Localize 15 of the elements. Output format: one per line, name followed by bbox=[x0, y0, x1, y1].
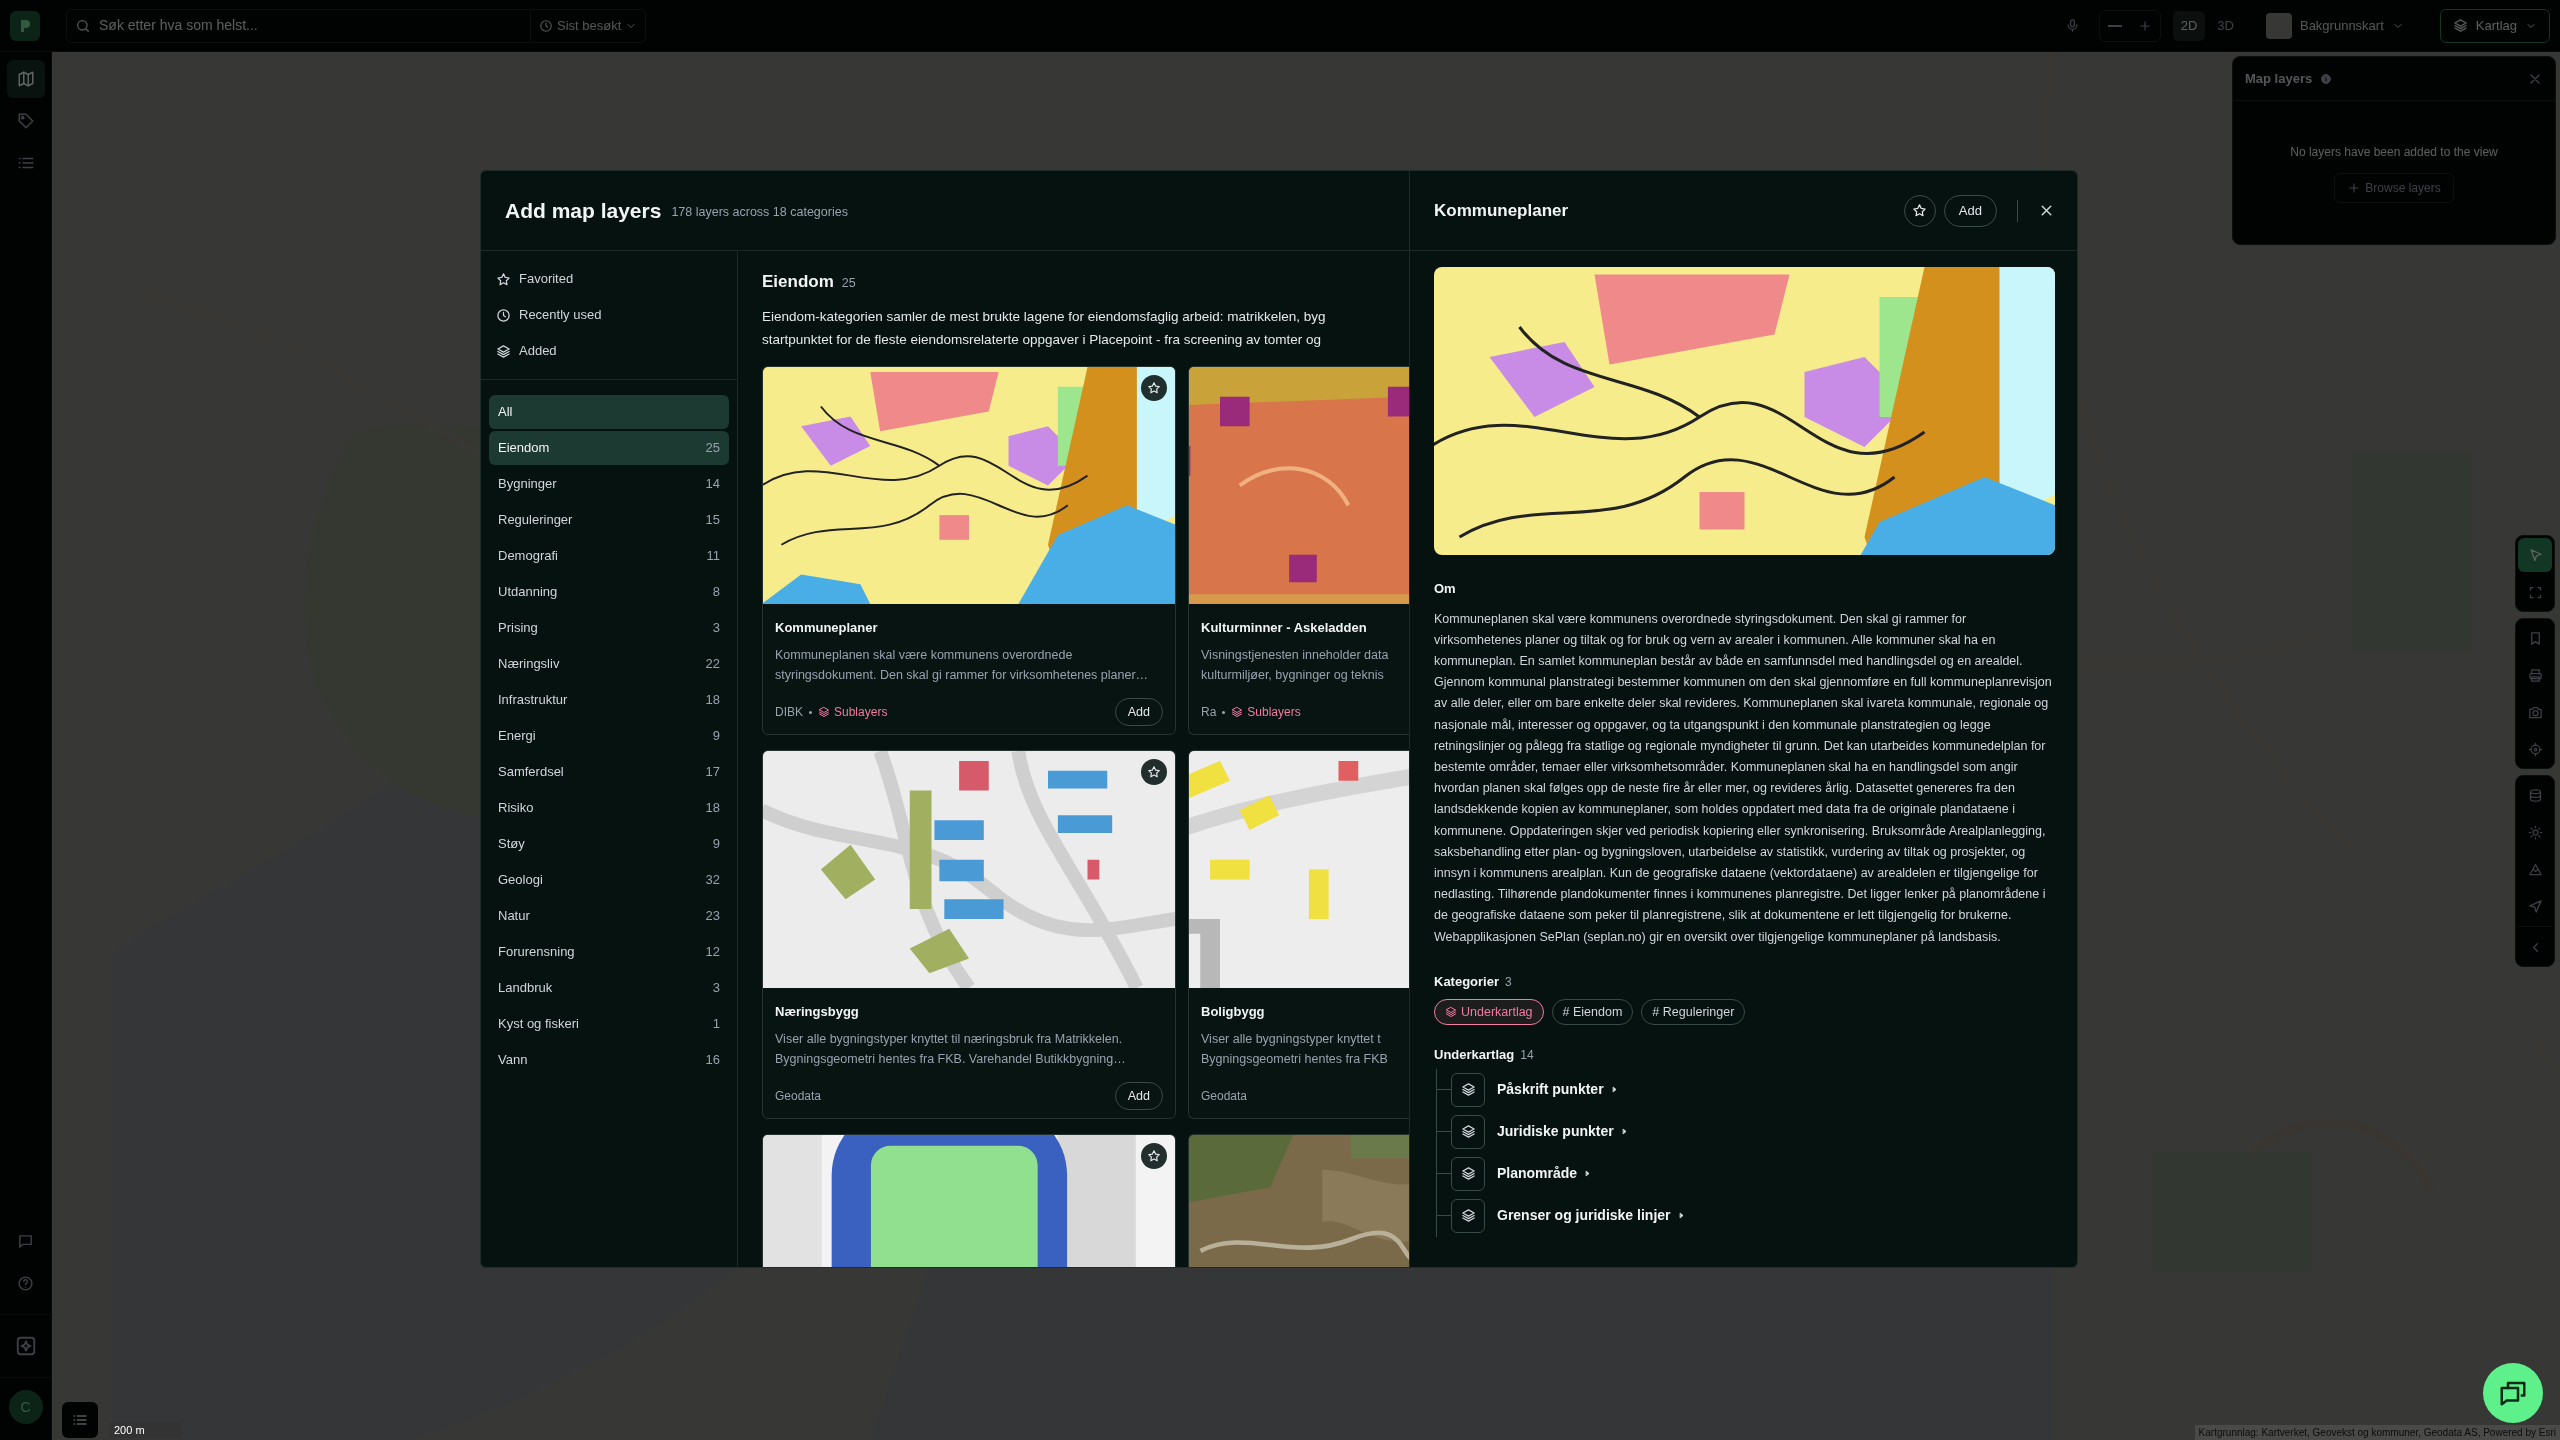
plus-icon bbox=[2137, 18, 2152, 33]
map-icon bbox=[16, 70, 35, 88]
minus-icon bbox=[2107, 24, 2122, 27]
search-field[interactable]: Søk etter hva som helst... bbox=[99, 15, 522, 36]
clock-icon bbox=[539, 18, 553, 33]
basemap-thumbnail bbox=[2265, 12, 2292, 39]
map-nav-button[interactable] bbox=[6, 60, 45, 98]
app-logo[interactable] bbox=[10, 10, 40, 41]
tag-icon bbox=[16, 112, 35, 130]
search-icon bbox=[75, 17, 91, 34]
help-icon bbox=[17, 1274, 34, 1292]
search-box[interactable]: Søk etter hva som helst... bbox=[66, 8, 531, 43]
sparkle-icon bbox=[14, 1335, 37, 1357]
chat-icon bbox=[17, 1232, 34, 1250]
layers-icon bbox=[2452, 18, 2468, 33]
